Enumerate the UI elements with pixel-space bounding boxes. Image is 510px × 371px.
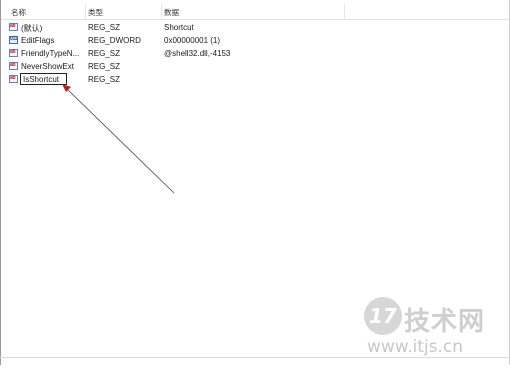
watermark-text: 技术网 [404, 307, 486, 337]
arrow-head [62, 84, 71, 92]
watermark-number: 17 [369, 304, 397, 328]
watermark-url: www.itjs.cn [367, 337, 464, 357]
arrow-line [65, 87, 175, 194]
watermark-logo: 17 技术网 www.itjs.cn [364, 297, 504, 359]
